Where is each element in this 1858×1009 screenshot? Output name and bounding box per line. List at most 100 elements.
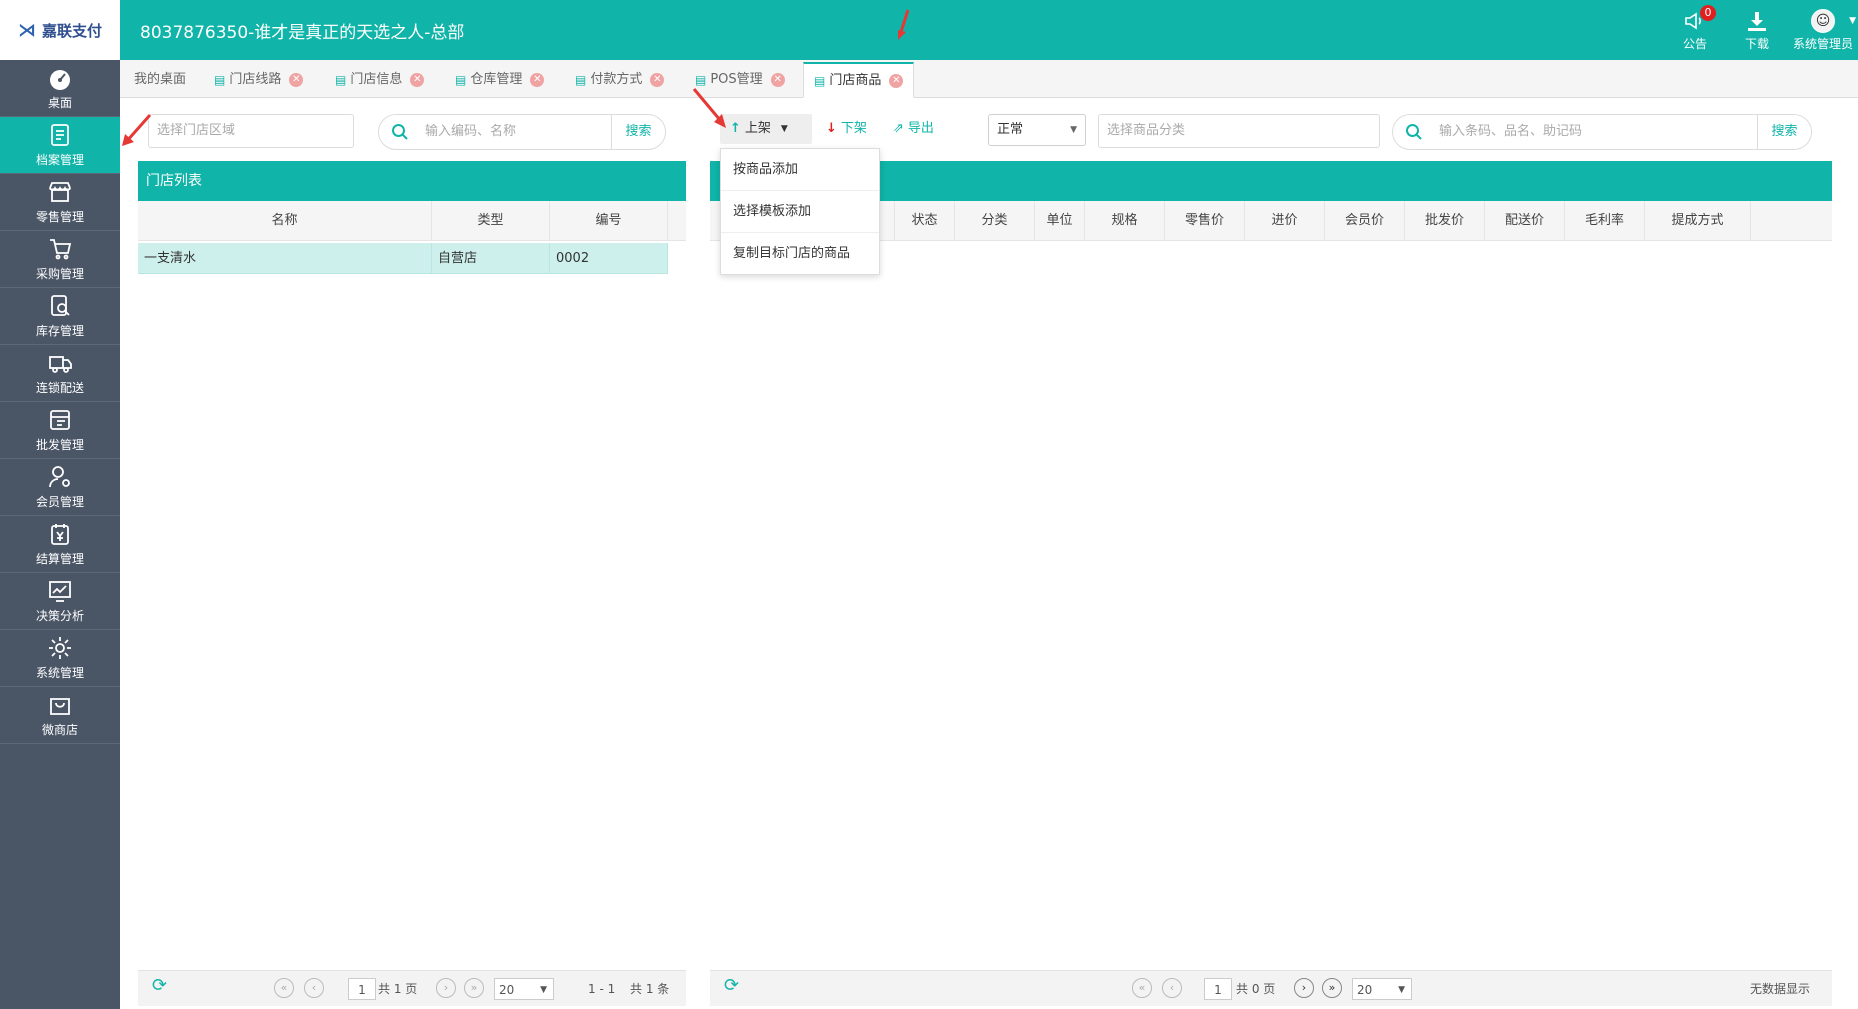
sidebar-item-label: 系统管理 (35, 666, 84, 680)
close-icon[interactable]: ✕ (289, 73, 304, 87)
export-button[interactable]: ⇗ 导出 (893, 114, 934, 144)
tab-store-goods[interactable]: ▤ 门店商品 ✕ (803, 62, 915, 98)
analysis-icon (49, 581, 71, 602)
gear-icon (49, 637, 71, 659)
close-icon[interactable]: ✕ (770, 73, 785, 87)
sidebar-item-purchase[interactable]: 采购管理 (0, 231, 120, 288)
store-region-select[interactable]: 选择门店区域 (148, 114, 354, 148)
tab-payment[interactable]: ▤ 付款方式 ✕ (565, 62, 674, 98)
sidebar-item-wholesale[interactable]: 批发管理 (0, 402, 120, 459)
store-search-input[interactable]: 输入编码、名称 (425, 115, 516, 149)
column-header[interactable]: 零售价 (1165, 201, 1245, 241)
close-icon[interactable]: ✕ (650, 73, 665, 87)
add-by-goods-item[interactable]: 按商品添加 (721, 149, 879, 191)
sidebar: 桌面 档案管理 零售管理 采购管理 库存管理 连锁配送 批发管理 会员管理 结算… (0, 60, 120, 1009)
sidebar-item-label: 连锁配送 (35, 381, 84, 395)
record-range: 1 - 1 (588, 982, 616, 996)
sidebar-item-desktop[interactable]: 桌面 (0, 60, 120, 117)
download-button[interactable]: 下载 (1726, 0, 1788, 60)
avatar: ☺ (1811, 8, 1835, 33)
sidebar-item-analysis[interactable]: 决策分析 (0, 573, 120, 630)
shelf-down-label: 下架 (840, 121, 867, 136)
shelf-down-button[interactable]: ↓ 下架 (826, 114, 867, 144)
goods-search-button[interactable]: 搜索 (1757, 115, 1811, 149)
sidebar-item-label: 会员管理 (35, 495, 84, 509)
first-page-icon[interactable]: « (274, 978, 294, 998)
last-page-icon[interactable]: » (1322, 978, 1342, 998)
copy-store-goods-item[interactable]: 复制目标门店的商品 (721, 233, 879, 275)
page-number-input[interactable]: 1 (1204, 978, 1232, 1000)
sidebar-item-settlement[interactable]: 结算管理 (0, 516, 120, 573)
sidebar-item-micro-shop[interactable]: 微商店 (0, 687, 120, 744)
announcement-label: 公告 (1682, 36, 1707, 51)
next-page-icon[interactable]: › (1294, 978, 1314, 998)
goods-search-input[interactable]: 输入条码、品名、助记码 (1439, 115, 1582, 149)
close-icon[interactable]: ✕ (530, 73, 545, 87)
chevron-down-icon: ▼ (780, 124, 788, 134)
truck-icon (49, 356, 72, 373)
close-icon[interactable]: ✕ (410, 73, 425, 87)
tab-my-desktop[interactable]: 我的桌面 (124, 62, 196, 98)
column-header[interactable]: 提成方式 (1645, 201, 1751, 241)
column-header[interactable]: 规格 (1085, 201, 1165, 241)
column-header[interactable]: 编号 (550, 201, 668, 241)
shop-icon (50, 698, 70, 715)
sidebar-item-label: 决策分析 (35, 609, 84, 623)
store-type-cell: 自营店 (432, 243, 550, 274)
refresh-icon[interactable]: ⟳ (724, 975, 739, 997)
column-header[interactable]: 分类 (955, 201, 1035, 241)
last-page-icon[interactable]: » (464, 978, 484, 998)
announcement-button[interactable]: 0 公告 (1664, 0, 1726, 60)
column-header[interactable]: 毛利率 (1565, 201, 1645, 241)
add-by-template-item[interactable]: 选择模板添加 (721, 191, 879, 233)
goods-category-select[interactable]: 选择商品分类 (1098, 114, 1380, 148)
next-page-icon[interactable]: › (436, 978, 456, 998)
inventory-icon (51, 295, 70, 316)
tab-store-route[interactable]: ▤ 门店线路 ✕ (204, 62, 313, 98)
user-menu[interactable]: ☺ 系统管理员 ▼ (1788, 0, 1858, 60)
table-row[interactable]: 一支清水 自营店 0002 (138, 243, 668, 274)
column-header[interactable]: 类型 (432, 201, 550, 241)
prev-page-icon[interactable]: ‹ (304, 978, 324, 998)
column-header[interactable]: 会员价 (1325, 201, 1405, 241)
cart-icon (50, 239, 72, 260)
status-select[interactable]: 正常 ▼ (988, 114, 1086, 146)
annotation-arrow-icon (122, 114, 152, 146)
page-size-value: 20 (499, 983, 515, 997)
tab-warehouse[interactable]: ▤ 仓库管理 ✕ (445, 62, 554, 98)
store-icon (49, 182, 71, 202)
document-icon: ▤ (814, 73, 826, 88)
sidebar-item-system[interactable]: 系统管理 (0, 630, 120, 687)
download-label: 下载 (1744, 36, 1769, 51)
archive-icon (51, 124, 69, 146)
first-page-icon[interactable]: « (1132, 978, 1152, 998)
chevron-down-icon: ▼ (540, 985, 547, 995)
store-search-button[interactable]: 搜索 (611, 115, 665, 149)
sidebar-item-chain-delivery[interactable]: 连锁配送 (0, 345, 120, 402)
shelf-up-dropdown: 按商品添加 选择模板添加 复制目标门店的商品 (720, 148, 880, 275)
column-header[interactable]: 进价 (1245, 201, 1325, 241)
column-header[interactable]: 状态 (895, 201, 955, 241)
prev-page-icon[interactable]: ‹ (1162, 978, 1182, 998)
sidebar-item-inventory[interactable]: 库存管理 (0, 288, 120, 345)
page-size-select[interactable]: 20 ▼ (1352, 978, 1412, 1000)
column-header[interactable]: 批发价 (1405, 201, 1485, 241)
close-icon[interactable]: ✕ (889, 73, 904, 88)
shelf-up-button[interactable]: ↑ 上架 ▼ (720, 114, 812, 144)
tab-label: 门店商品 (829, 72, 882, 88)
search-icon (1406, 124, 1422, 140)
column-header[interactable]: 单位 (1035, 201, 1085, 241)
column-header[interactable]: 配送价 (1485, 201, 1565, 241)
page-size-select[interactable]: 20 ▼ (494, 978, 554, 1000)
store-list-title: 门店列表 (138, 161, 686, 201)
tab-store-info[interactable]: ▤ 门店信息 ✕ (325, 62, 434, 98)
sidebar-item-member[interactable]: 会员管理 (0, 459, 120, 516)
sidebar-item-retail[interactable]: 零售管理 (0, 174, 120, 231)
download-icon (1748, 11, 1766, 31)
column-header[interactable]: 名称 (138, 201, 432, 241)
sidebar-item-archive[interactable]: 档案管理 (0, 117, 120, 174)
tab-bar: 我的桌面 ▤ 门店线路 ✕ ▤ 门店信息 ✕ ▤ 仓库管理 ✕ ▤ 付款方式 ✕… (120, 60, 1858, 98)
page-number-input[interactable]: 1 (348, 978, 376, 1000)
sidebar-item-label: 结算管理 (35, 552, 84, 566)
refresh-icon[interactable]: ⟳ (152, 975, 167, 997)
